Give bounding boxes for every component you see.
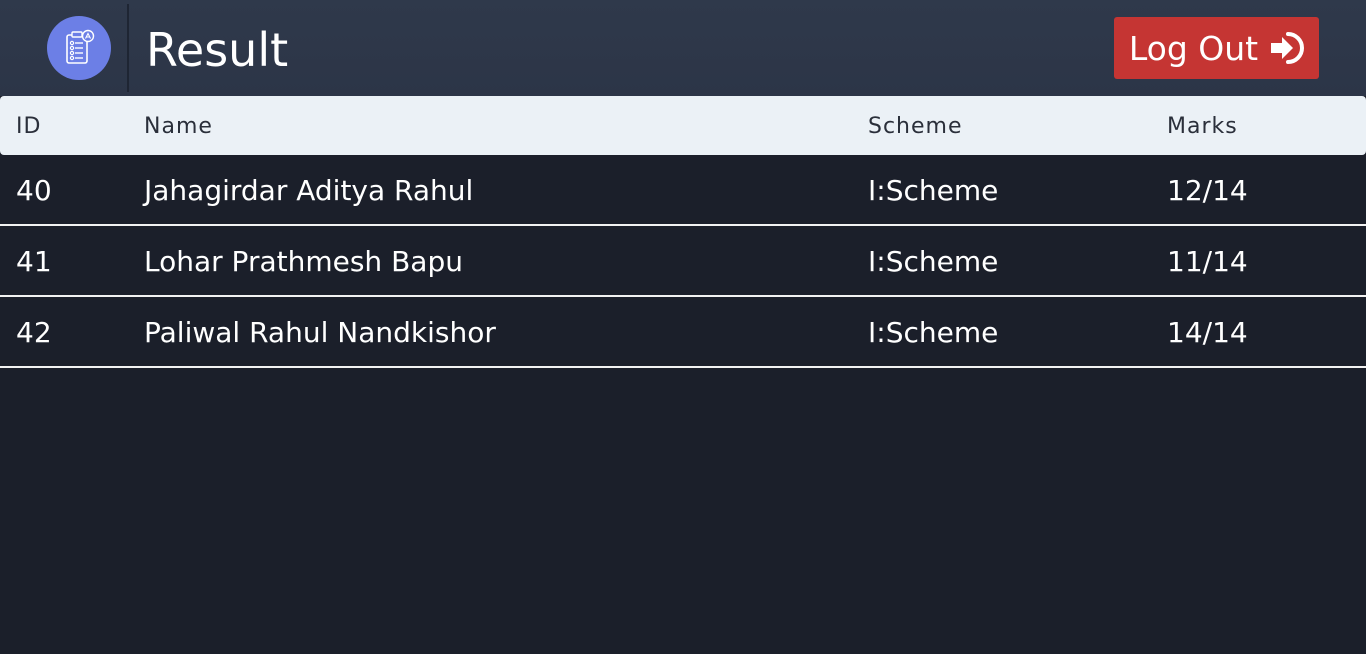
logout-button[interactable]: Log Out bbox=[1114, 17, 1319, 79]
app-logo bbox=[47, 16, 111, 80]
column-header-id: ID bbox=[16, 114, 42, 139]
column-header-name: Name bbox=[144, 114, 213, 139]
sign-out-arrow-icon bbox=[1271, 32, 1305, 64]
cell-marks: 12/14 bbox=[1167, 174, 1248, 207]
cell-id: 42 bbox=[16, 316, 52, 349]
cell-scheme: I:Scheme bbox=[868, 174, 999, 207]
app-header: Result Log Out bbox=[0, 0, 1366, 96]
cell-scheme: I:Scheme bbox=[868, 245, 999, 278]
cell-name: Paliwal Rahul Nandkishor bbox=[144, 316, 496, 349]
exam-sheet-icon bbox=[66, 29, 95, 64]
table-row: 40 Jahagirdar Aditya Rahul I:Scheme 12/1… bbox=[0, 155, 1366, 226]
column-header-scheme: Scheme bbox=[868, 114, 963, 139]
header-divider bbox=[127, 4, 129, 92]
cell-marks: 14/14 bbox=[1167, 316, 1248, 349]
table-row: 42 Paliwal Rahul Nandkishor I:Scheme 14/… bbox=[0, 297, 1366, 368]
cell-id: 40 bbox=[16, 174, 52, 207]
table-row: 41 Lohar Prathmesh Bapu I:Scheme 11/14 bbox=[0, 226, 1366, 297]
column-header-marks: Marks bbox=[1167, 114, 1238, 139]
cell-scheme: I:Scheme bbox=[868, 316, 999, 349]
cell-marks: 11/14 bbox=[1167, 245, 1248, 278]
cell-name: Lohar Prathmesh Bapu bbox=[144, 245, 463, 278]
cell-id: 41 bbox=[16, 245, 52, 278]
logout-label: Log Out bbox=[1128, 28, 1259, 68]
results-table: ID Name Scheme Marks 40 Jahagirdar Adity… bbox=[0, 96, 1366, 368]
table-header: ID Name Scheme Marks bbox=[0, 96, 1366, 155]
page-title: Result bbox=[146, 23, 289, 77]
cell-name: Jahagirdar Aditya Rahul bbox=[144, 174, 474, 207]
